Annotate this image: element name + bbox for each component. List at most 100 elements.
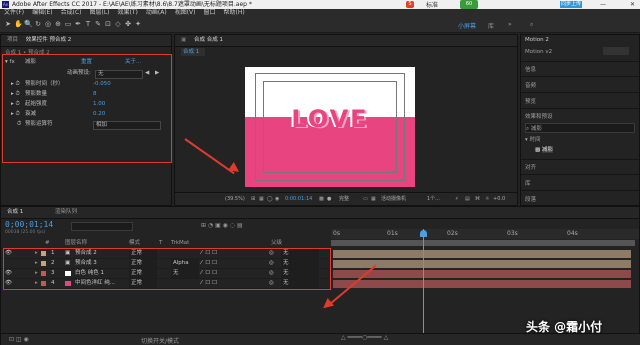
quality-select[interactable]: 完整	[339, 193, 349, 205]
rotate-tool-icon[interactable]: ↻	[34, 20, 42, 28]
tab-project[interactable]: 项目	[7, 37, 18, 43]
tab-composition[interactable]: 合成 合成 1	[194, 37, 223, 43]
tree-time-folder[interactable]: ▾ 时间	[525, 135, 541, 143]
love-text: LOVE	[291, 105, 369, 133]
effect-controls-panel: 项目 效果控件 预合成 2 合成 1 • 预合成 2 ▾ fx 减影 重置 关于…	[0, 34, 172, 206]
audio-panel-header[interactable]: 音频	[525, 81, 536, 89]
roto-tool-icon[interactable]: ✤	[124, 20, 132, 28]
menu-view[interactable]: 视图(V)	[175, 9, 196, 16]
layer-bar[interactable]	[333, 260, 631, 268]
info-panel-header[interactable]: 信息	[525, 65, 536, 73]
lock-icon[interactable]: ▣	[181, 37, 186, 43]
safe-margins-icon[interactable]: ▦	[259, 193, 264, 205]
libraries-panel-header[interactable]: 库	[525, 179, 531, 187]
layer-bar[interactable]	[333, 280, 631, 288]
tree-echo-label: 减影	[541, 147, 553, 153]
menu-help[interactable]: 帮助(H)	[224, 9, 245, 16]
mask-visibility-icon[interactable]: ◯	[267, 193, 273, 205]
tab-comp-1[interactable]: 合成 1	[7, 209, 23, 215]
ruler-tick: 01s	[387, 230, 398, 237]
menu-composition[interactable]: 合成(C)	[61, 9, 82, 16]
workspace-library[interactable]: 库	[488, 21, 494, 30]
s-icon[interactable]: S	[406, 1, 414, 8]
align-panel-header[interactable]: 对齐	[525, 163, 536, 171]
camera-snapshot-icon[interactable]: ▩	[319, 193, 324, 205]
preview-panel-header[interactable]: 预览	[525, 97, 536, 105]
minimize-icon[interactable]: —	[600, 0, 606, 9]
toggle-switches-modes[interactable]: 切换开关/模式	[141, 336, 179, 345]
ruler-tick: 04s	[567, 230, 578, 237]
effects-search-input[interactable]: ⌕ 减影	[525, 123, 635, 133]
pan-behind-tool-icon[interactable]: ⊕	[54, 20, 62, 28]
workspace-small-screen[interactable]: 小屏幕	[458, 21, 476, 30]
menu-file[interactable]: 文件(F)	[4, 9, 24, 16]
brush-tool-icon[interactable]: ✎	[94, 20, 102, 28]
exposure-value[interactable]: +0.0	[493, 193, 505, 205]
timeline-switches-icons[interactable]: ⊞ ◔ ▣ ◉ ◌ ▤	[201, 222, 243, 229]
channel-icon[interactable]: ●	[327, 193, 331, 205]
zoom-tool-icon[interactable]: 🔍	[24, 20, 33, 28]
layer-search-input[interactable]	[71, 222, 133, 231]
divider	[521, 174, 639, 175]
active-camera-select[interactable]: 活动摄像机	[381, 193, 406, 205]
resolution-icon[interactable]: ⊞	[251, 193, 255, 205]
timeline-icon[interactable]: ▤	[465, 193, 470, 205]
effects-tabbar: 项目 效果控件 预合成 2	[1, 35, 171, 47]
work-area-bar[interactable]	[331, 240, 635, 246]
divider	[521, 92, 639, 93]
layer-bar[interactable]	[333, 270, 631, 278]
text-tool-icon[interactable]: T	[84, 20, 92, 28]
menu-layer[interactable]: 图层(L)	[90, 9, 110, 16]
camera-tool-icon[interactable]: ◎	[44, 20, 52, 28]
puppet-tool-icon[interactable]: ✦	[134, 20, 142, 28]
transparency-grid-icon[interactable]: ▦	[371, 193, 376, 205]
views-select[interactable]: 1个...	[427, 193, 440, 205]
motion-v2-label: Motion v2	[525, 49, 553, 55]
hand-tool-icon[interactable]: ✋	[14, 20, 23, 28]
search-help-icon[interactable]: ⌕	[530, 21, 533, 29]
close-icon[interactable]: ✕	[630, 0, 635, 9]
flowchart-icon[interactable]: ⌘	[475, 193, 480, 205]
playhead-handle[interactable]	[420, 230, 427, 237]
exposure-icon[interactable]: ☼	[485, 193, 489, 205]
zoom-select[interactable]: (39.5%)	[225, 193, 245, 205]
tab-effect-controls[interactable]: 效果控件 预合成 2	[26, 37, 72, 43]
tab-render-queue[interactable]: 渲染队列	[55, 209, 77, 215]
comp-footer: (39.5%) ⊞ ▦ ◯ ◉ 0:00:01:14 ▩ ● 完整 ▭ ▦ 活动…	[175, 192, 517, 205]
effect-icon: ▩	[535, 147, 542, 153]
col-t: T	[159, 240, 163, 246]
snapshot-icon[interactable]: ◉	[275, 193, 279, 205]
stamp-tool-icon[interactable]: ⊡	[104, 20, 112, 28]
comp-sub-tab[interactable]: 合成 1	[181, 48, 205, 56]
tree-echo-item[interactable]: ▩ 减影	[535, 145, 553, 153]
divider	[521, 108, 639, 109]
layer-bar[interactable]	[333, 250, 631, 258]
sync-upload-button[interactable]: 同步上传	[560, 1, 582, 8]
speed-badge[interactable]: 60	[460, 0, 478, 9]
menu-edit[interactable]: 编辑(E)	[32, 9, 52, 16]
menu-animation[interactable]: 动画(A)	[146, 9, 167, 16]
divider	[521, 190, 639, 191]
menu-effect[interactable]: 效果(T)	[118, 9, 138, 16]
fast-preview-icon[interactable]: ⚡	[455, 193, 459, 205]
paragraph-panel-header[interactable]: 段落	[525, 195, 536, 203]
divider	[521, 76, 639, 77]
menu-window[interactable]: 窗口	[203, 9, 215, 16]
timeline-tabbar: 合成 1 渲染队列	[1, 207, 639, 219]
selection-tool-icon[interactable]: ➤	[4, 20, 12, 28]
time-ruler[interactable]: 0s 01s 02s 03s 04s	[331, 229, 639, 239]
region-icon[interactable]: ▭	[363, 193, 368, 205]
timecode[interactable]: 0;00;01;14	[5, 220, 53, 229]
right-panel: Motion 2 Motion v2 信息 音频 预览 效果和预设 ⌕ 减影 ▾…	[520, 34, 640, 206]
effects-presets-header[interactable]: 效果和预设	[525, 112, 553, 120]
playhead[interactable]	[423, 229, 424, 339]
workspace-menu-icon[interactable]: »	[508, 21, 512, 28]
pen-tool-icon[interactable]: ✒	[74, 20, 82, 28]
comp-canvas[interactable]: LOVE	[245, 67, 415, 187]
rectangle-tool-icon[interactable]: ▭	[64, 20, 72, 28]
eraser-tool-icon[interactable]: ◇	[114, 20, 122, 28]
motion-tab[interactable]: Motion 2	[525, 37, 549, 43]
toggle-icons[interactable]: ⊡ ◫ ◉	[9, 336, 29, 343]
current-time[interactable]: 0:00:01:14	[285, 193, 312, 205]
zoom-slider[interactable]: △ ━━━━○━━━━ △	[341, 334, 388, 341]
